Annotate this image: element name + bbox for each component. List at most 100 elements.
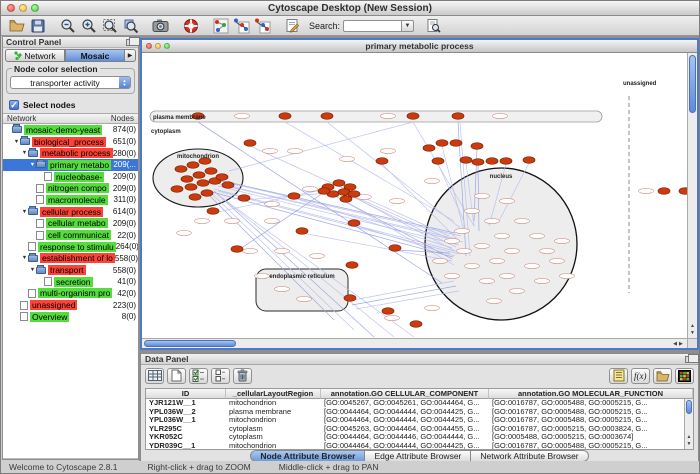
table-cell[interactable]: [GO:0045267, GO:0045261, GO:0044464, G..… bbox=[321, 399, 489, 408]
table-cell[interactable]: plasma membrane bbox=[226, 408, 321, 417]
network-node[interactable] bbox=[340, 196, 352, 203]
table-cell[interactable]: [GO:0044464, GO:0044444, GO:0044425, G..… bbox=[321, 416, 489, 425]
network-close-button[interactable] bbox=[146, 43, 152, 49]
network-node-label[interactable] bbox=[540, 248, 555, 253]
table-cell[interactable]: [GO:0045263, GO:0044464, GO:0044455, G..… bbox=[321, 425, 489, 434]
data-panel-float-icon[interactable] bbox=[685, 356, 694, 363]
network-node[interactable] bbox=[171, 186, 183, 193]
zoom-window-button[interactable] bbox=[31, 4, 39, 12]
table-row[interactable]: YJR121W__1mitochondrion[GO:0045267, GO:0… bbox=[146, 399, 693, 408]
attribute-grid-button[interactable] bbox=[145, 368, 164, 384]
tree-row-establishment-of-lo[interactable]: ▼establishment of lo558(0) bbox=[3, 253, 138, 265]
network-node-label[interactable] bbox=[433, 258, 448, 263]
tree-row-unassigned[interactable]: unassigned223(0) bbox=[3, 299, 138, 311]
network-node-label[interactable] bbox=[195, 218, 210, 223]
network-node[interactable] bbox=[679, 188, 687, 195]
network-node[interactable] bbox=[471, 143, 483, 150]
tree-row-mosaic-demo-yeast[interactable]: mosaic-demo-yeast874(0) bbox=[3, 124, 138, 136]
tab-mosaic[interactable]: Mosaic bbox=[65, 49, 125, 62]
network-node[interactable] bbox=[279, 113, 291, 120]
network-node[interactable] bbox=[450, 140, 462, 147]
network-node-label[interactable] bbox=[425, 178, 440, 183]
float-panel-icon[interactable] bbox=[126, 39, 135, 46]
network-node[interactable] bbox=[432, 158, 444, 165]
table-cell[interactable]: YKR052C bbox=[146, 433, 226, 442]
network-node-label[interactable] bbox=[385, 315, 400, 320]
network-node[interactable] bbox=[348, 220, 360, 227]
network-node[interactable] bbox=[346, 262, 358, 269]
network-node-label[interactable] bbox=[485, 218, 500, 223]
help-button[interactable] bbox=[180, 17, 201, 35]
tree-row-cellular-metabo[interactable]: cellular metabo209(0) bbox=[3, 218, 138, 230]
network-node-label[interactable] bbox=[381, 113, 396, 118]
tree-row-cellular-process[interactable]: ▼cellular process614(0) bbox=[3, 206, 138, 218]
save-session-button[interactable] bbox=[27, 17, 48, 35]
network-node-label[interactable] bbox=[465, 263, 480, 268]
network-node[interactable] bbox=[658, 188, 670, 195]
network-node[interactable] bbox=[216, 174, 228, 181]
column-header[interactable]: annotation.GO CELLULAR_COMPONENT bbox=[321, 389, 489, 399]
table-cell[interactable]: YPL036W__2 bbox=[146, 408, 226, 417]
network-node[interactable] bbox=[318, 188, 330, 195]
network-node-label[interactable] bbox=[340, 156, 355, 161]
table-cell[interactable]: mitochondrion bbox=[226, 399, 321, 408]
table-cell[interactable]: [GO:0005488, GO:0005215, GO:0003674] bbox=[489, 433, 693, 442]
network-node[interactable] bbox=[500, 158, 512, 165]
network-node[interactable] bbox=[436, 140, 448, 147]
network-node[interactable] bbox=[460, 157, 472, 164]
network-node[interactable] bbox=[231, 246, 243, 253]
new-attribute-button[interactable] bbox=[167, 368, 186, 384]
network-node[interactable] bbox=[244, 140, 256, 147]
network-node-label[interactable] bbox=[225, 218, 240, 223]
network-vertical-scrollbar[interactable]: ▲▼ bbox=[687, 53, 697, 338]
network-node-label[interactable] bbox=[381, 148, 396, 153]
advanced-search-button[interactable] bbox=[423, 17, 444, 35]
network-node-label[interactable] bbox=[265, 201, 280, 206]
annotation-button[interactable] bbox=[282, 17, 303, 35]
tree-row-response-to-stimulu[interactable]: response to stimulu264(0) bbox=[3, 241, 138, 253]
table-cell[interactable]: [GO:0044464, GO:0044444, GO:0044425, G..… bbox=[321, 408, 489, 417]
tree-row-nitrogen-compo[interactable]: nitrogen compo209(0) bbox=[3, 182, 138, 194]
network-node-label[interactable] bbox=[265, 218, 280, 223]
network-node[interactable] bbox=[193, 172, 205, 179]
table-cell[interactable]: YPL036W__1 bbox=[146, 416, 226, 425]
tab-network[interactable]: Network bbox=[5, 49, 65, 62]
table-row[interactable]: YLR295Ccytoplasm[GO:0045263, GO:0044464,… bbox=[146, 425, 693, 434]
network-node[interactable] bbox=[333, 180, 345, 187]
table-cell[interactable]: cytoplasm bbox=[226, 425, 321, 434]
zoom-selected-button[interactable] bbox=[120, 17, 141, 35]
network-node-label[interactable] bbox=[243, 248, 258, 253]
network-horizontal-scrollbar[interactable]: ◀▶ bbox=[142, 338, 687, 348]
expand-arrow[interactable]: ▼ bbox=[13, 139, 20, 145]
apply-layout-a-button[interactable] bbox=[231, 17, 252, 35]
search-dropdown-button[interactable]: ▼ bbox=[401, 20, 414, 32]
table-cell[interactable]: [GO:0016787, GO:0005215, GO:0003824, G..… bbox=[489, 425, 693, 434]
network-node-label[interactable] bbox=[445, 238, 460, 243]
column-header[interactable]: _cellularLayoutRegion bbox=[226, 389, 321, 399]
expand-arrow[interactable]: ▼ bbox=[21, 209, 28, 215]
tree-row-cell-communicat[interactable]: cell communicat22(0) bbox=[3, 229, 138, 241]
delete-attribute-button[interactable] bbox=[233, 368, 252, 384]
network-overview-button[interactable] bbox=[210, 17, 231, 35]
tree-row-transport[interactable]: ▼transport558(0) bbox=[3, 264, 138, 276]
network-node[interactable] bbox=[376, 158, 388, 165]
network-node-label[interactable] bbox=[487, 298, 502, 303]
network-node-label[interactable] bbox=[480, 278, 495, 283]
network-node-label[interactable] bbox=[535, 278, 550, 283]
network-node-label[interactable] bbox=[263, 148, 278, 153]
network-node-label[interactable] bbox=[288, 148, 303, 153]
zoom-fit-button[interactable] bbox=[99, 17, 120, 35]
network-node-label[interactable] bbox=[310, 253, 325, 258]
tab-node-attribute-browser[interactable]: Node Attribute Browser bbox=[250, 450, 365, 462]
network-node-label[interactable] bbox=[530, 233, 545, 238]
vertical-scroll-arrows[interactable]: ▲▼ bbox=[688, 322, 697, 338]
network-node-label[interactable] bbox=[465, 208, 480, 213]
network-node[interactable] bbox=[175, 166, 187, 173]
network-node[interactable] bbox=[472, 159, 484, 166]
tab-network-attribute-browser[interactable]: Network Attribute Browser bbox=[471, 450, 588, 462]
network-node-label[interactable] bbox=[475, 243, 490, 248]
expand-arrow[interactable]: ▼ bbox=[29, 162, 36, 168]
network-node[interactable] bbox=[382, 308, 394, 315]
node-color-select[interactable]: transporter activity ▲▼ bbox=[10, 76, 131, 89]
network-node[interactable] bbox=[410, 321, 422, 328]
